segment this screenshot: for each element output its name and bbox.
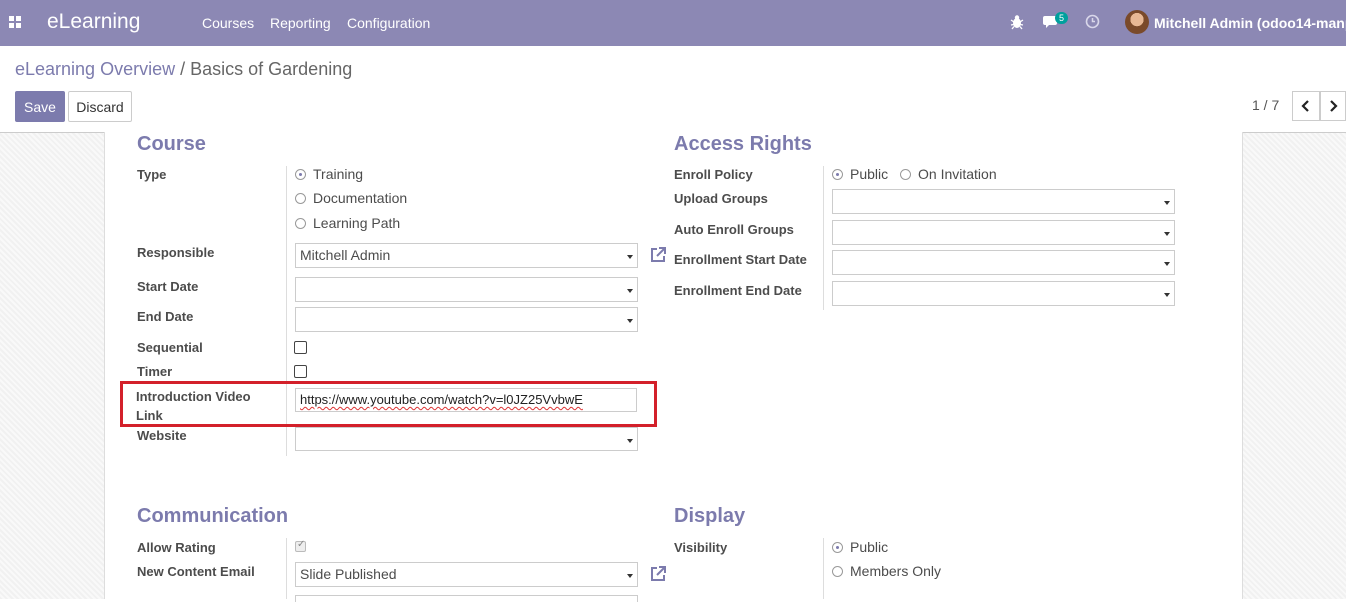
enroll-option-invitation[interactable]: On Invitation	[900, 166, 997, 182]
enroll-option-public[interactable]: Public	[832, 166, 888, 182]
enrollment-end-date-input[interactable]	[832, 281, 1175, 306]
pager-value[interactable]: 1 / 7	[1252, 97, 1279, 113]
dropdown-caret-icon	[1164, 201, 1170, 205]
dropdown-caret-icon	[1164, 232, 1170, 236]
end-date-label: End Date	[137, 309, 194, 324]
auto-enroll-groups-select[interactable]	[832, 220, 1175, 245]
breadcrumb-separator: /	[180, 59, 186, 79]
upload-groups-label: Upload Groups	[674, 191, 768, 206]
timer-label: Timer	[137, 364, 173, 379]
radio-icon	[832, 566, 843, 577]
pager-next-button[interactable]	[1320, 91, 1346, 121]
website-label: Website	[137, 428, 187, 443]
chat-count-badge: 5	[1055, 12, 1069, 24]
display-group-title: Display	[674, 505, 746, 527]
breadcrumb: eLearning Overview / Basics of Gardening	[15, 59, 352, 80]
type-option-learning-path[interactable]: Learning Path	[295, 215, 400, 231]
sequential-label: Sequential	[137, 340, 203, 355]
menu-configuration[interactable]: Configuration	[347, 15, 430, 31]
enroll-option-label: On Invitation	[918, 166, 997, 182]
sequential-checkbox[interactable]	[294, 341, 307, 354]
type-option-training[interactable]: Training	[295, 166, 363, 182]
visibility-label: Visibility	[674, 540, 728, 555]
clock-icon[interactable]	[1085, 14, 1100, 29]
start-date-input[interactable]	[295, 277, 638, 302]
radio-checked-icon	[832, 542, 843, 553]
menu-reporting[interactable]: Reporting	[270, 15, 331, 31]
type-label: Type	[137, 167, 167, 182]
access-separator	[823, 166, 824, 310]
type-option-label: Training	[313, 166, 364, 182]
menu-courses[interactable]: Courses	[202, 15, 254, 31]
highlight-box	[120, 381, 657, 427]
type-option-documentation[interactable]: Documentation	[295, 190, 407, 206]
dropdown-caret-icon	[627, 255, 633, 259]
external-link-icon[interactable]	[649, 246, 667, 264]
display-separator	[823, 538, 824, 599]
external-link-icon[interactable]	[649, 565, 667, 583]
responsible-label: Responsible	[137, 245, 215, 260]
dropdown-caret-icon	[627, 574, 633, 578]
responsible-select[interactable]: Mitchell Admin	[295, 243, 638, 268]
dropdown-caret-icon	[1164, 262, 1170, 266]
type-option-label: Learning Path	[313, 215, 401, 231]
enrollment-start-date-label: Enrollment Start Date	[674, 252, 807, 267]
radio-icon	[295, 193, 306, 204]
auto-enroll-groups-label: Auto Enroll Groups	[674, 222, 794, 237]
visibility-option-public[interactable]: Public	[832, 539, 888, 555]
new-content-email-value: Slide Published	[300, 566, 397, 582]
apps-menu-icon[interactable]	[9, 16, 21, 28]
timer-checkbox[interactable]	[294, 365, 307, 378]
course-group-title: Course	[137, 133, 206, 155]
end-date-input[interactable]	[295, 307, 638, 332]
app-brand[interactable]: eLearning	[47, 10, 140, 34]
user-menu[interactable]: Mitchell Admin (odoo14-manprax	[1154, 15, 1346, 31]
type-option-label: Documentation	[313, 190, 408, 206]
dropdown-caret-icon	[627, 319, 633, 323]
responsible-value: Mitchell Admin	[300, 247, 391, 263]
dropdown-caret-icon	[1164, 293, 1170, 297]
dropdown-caret-icon	[627, 439, 633, 443]
website-select[interactable]	[295, 427, 638, 451]
top-navbar: eLearning Courses Reporting Configuratio…	[0, 0, 1346, 46]
user-avatar[interactable]	[1125, 10, 1149, 34]
radio-icon	[900, 169, 911, 180]
enroll-policy-label: Enroll Policy	[674, 167, 753, 182]
visibility-option-label: Public	[850, 539, 889, 555]
start-date-label: Start Date	[137, 279, 199, 294]
breadcrumb-current: Basics of Gardening	[190, 59, 353, 79]
upload-groups-select[interactable]	[832, 189, 1175, 214]
dropdown-caret-icon	[627, 289, 633, 293]
enrollment-end-date-label: Enrollment End Date	[674, 283, 802, 298]
radio-checked-icon	[832, 169, 843, 180]
enrollment-start-date-input[interactable]	[832, 250, 1175, 275]
visibility-option-members[interactable]: Members Only	[832, 563, 941, 579]
bug-icon[interactable]	[1010, 14, 1024, 30]
access-rights-group-title: Access Rights	[674, 133, 812, 155]
chevron-left-icon	[1301, 100, 1309, 112]
new-content-email-label: New Content Email	[137, 564, 255, 579]
communication-group-title: Communication	[137, 505, 289, 527]
radio-icon	[295, 218, 306, 229]
allow-rating-checkbox[interactable]	[295, 539, 306, 552]
save-button[interactable]: Save	[15, 91, 65, 122]
breadcrumb-parent[interactable]: eLearning Overview	[15, 59, 175, 79]
chevron-right-icon	[1330, 100, 1338, 112]
allow-rating-label: Allow Rating	[137, 540, 216, 555]
visibility-option-label: Members Only	[850, 563, 942, 579]
new-content-email-select[interactable]: Slide Published	[295, 562, 638, 587]
enroll-option-label: Public	[850, 166, 889, 182]
radio-checked-icon	[295, 169, 306, 180]
discard-button[interactable]: Discard	[68, 91, 132, 122]
pager-previous-button[interactable]	[1292, 91, 1320, 121]
communication-separator	[286, 538, 287, 599]
